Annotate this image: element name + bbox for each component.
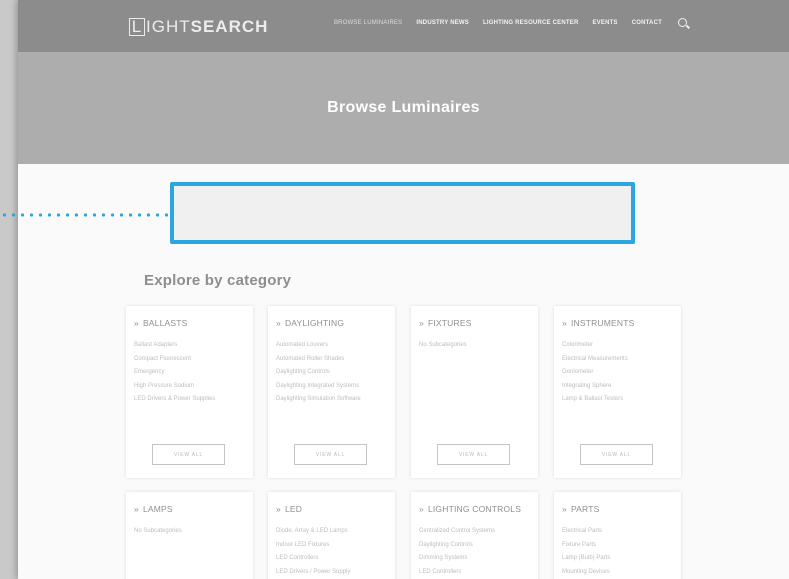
nav-lighting-resource-center[interactable]: LIGHTING RESOURCE CENTER	[483, 20, 578, 26]
subcategory-list: No Subcategories	[419, 339, 467, 353]
subcategory-link[interactable]: Indoor LED Fixtures	[276, 539, 350, 553]
category-title-text: FIXTURES	[427, 318, 472, 328]
highlighted-placeholder-box	[170, 182, 635, 244]
nav-industry-news[interactable]: INDUSTRY NEWS	[416, 20, 469, 26]
double-chevron-right-icon: »	[134, 504, 139, 514]
category-title-text: DAYLIGHTING	[284, 318, 345, 328]
category-title-parts[interactable]: » PARTS	[562, 504, 600, 514]
view-all-button[interactable]: VIEW ALL	[580, 444, 653, 465]
browser-page: L IGHT SEARCH BROWSE LUMINAIRES INDUSTRY…	[18, 0, 789, 579]
double-chevron-right-icon: »	[134, 318, 139, 328]
category-card-ballasts: » BALLASTS Ballast Adapters Compact Fluor…	[126, 306, 253, 478]
double-chevron-right-icon: »	[562, 504, 567, 514]
subcategory-list: Automated Louvers Automated Roller Shade…	[276, 339, 361, 407]
logo-text-light: IGHT	[146, 17, 191, 36]
nav-browse-luminaires[interactable]: BROWSE LUMINAIRES	[334, 20, 402, 26]
subcategory-link[interactable]: Electrical Parts	[562, 525, 610, 539]
subcategory-link[interactable]: Fixture Parts	[562, 539, 610, 553]
subcategory-link[interactable]: LED Controllers	[419, 566, 495, 579]
category-title-text: LAMPS	[142, 504, 173, 514]
hero-banner: Browse Luminaires	[18, 52, 789, 164]
double-chevron-right-icon: »	[419, 504, 424, 514]
category-title-ballasts[interactable]: » BALLASTS	[134, 318, 188, 328]
subcategory-link[interactable]: Compact Fluorescent	[134, 353, 215, 367]
category-title-text: LIGHTING CONTROLS	[427, 504, 522, 514]
view-all-button[interactable]: VIEW ALL	[152, 444, 225, 465]
subcategory-link[interactable]: Electrical Measurements	[562, 353, 628, 367]
subcategory-note: No Subcategories	[419, 342, 467, 348]
category-card-led: » LED Diode, Array & LED Lamps Indoor LED…	[268, 492, 395, 579]
subcategory-link[interactable]: Lamp & Ballast Testers	[562, 393, 628, 407]
logo-letter: L	[129, 18, 145, 36]
subcategory-link[interactable]: Diode, Array & LED Lamps	[276, 525, 350, 539]
double-chevron-right-icon: »	[276, 318, 281, 328]
site-logo[interactable]: L IGHT SEARCH	[129, 16, 268, 38]
category-card-lighting-controls: » LIGHTING CONTROLS Centralized Control S…	[411, 492, 538, 579]
category-card-parts: » PARTS Electrical Parts Fixture Parts La…	[554, 492, 681, 579]
subcategory-link[interactable]: Centralized Control Systems	[419, 525, 495, 539]
category-title-text: BALLASTS	[142, 318, 188, 328]
category-title-instruments[interactable]: » INSTRUMENTS	[562, 318, 635, 328]
category-title-fixtures[interactable]: » FIXTURES	[419, 318, 472, 328]
subcategory-link[interactable]: Emergency	[134, 366, 215, 380]
subcategory-list: Electrical Parts Fixture Parts Lamp (Bul…	[562, 525, 610, 579]
subcategory-link[interactable]: High Pressure Sodium	[134, 380, 215, 394]
subcategory-link[interactable]: Integrating Sphere	[562, 380, 628, 394]
category-title-lamps[interactable]: » LAMPS	[134, 504, 173, 514]
subcategory-link[interactable]: Ballast Adapters	[134, 339, 215, 353]
subcategory-list: Centralized Control Systems Daylighting …	[419, 525, 495, 579]
site-header: L IGHT SEARCH BROWSE LUMINAIRES INDUSTRY…	[18, 0, 789, 52]
subcategory-link[interactable]: LED Controllers	[276, 552, 350, 566]
category-title-text: INSTRUMENTS	[570, 318, 635, 328]
subcategory-link[interactable]: Daylighting Simulation Software	[276, 393, 361, 407]
subcategory-link[interactable]: Automated Louvers	[276, 339, 361, 353]
subcategory-list: Colorimeter Electrical Measurements Goni…	[562, 339, 628, 407]
double-chevron-right-icon: »	[562, 318, 567, 328]
subcategory-link[interactable]: Daylighting Controls	[276, 366, 361, 380]
page-title: Browse Luminaires	[327, 99, 480, 116]
subcategory-link[interactable]: Daylighting Controls	[419, 539, 495, 553]
category-card-fixtures: » FIXTURES No Subcategories VIEW ALL	[411, 306, 538, 478]
subcategory-link[interactable]: Mounting Devices	[562, 566, 610, 579]
double-chevron-right-icon: »	[276, 504, 281, 514]
subcategory-link[interactable]: LED Drivers / Power Supply	[276, 566, 350, 579]
subcategory-link[interactable]: Lamp (Bulb) Parts	[562, 552, 610, 566]
subcategory-link[interactable]: Automated Roller Shades	[276, 353, 361, 367]
category-title-text: PARTS	[570, 504, 600, 514]
category-title-daylighting[interactable]: » DAYLIGHTING	[276, 318, 344, 328]
subcategory-link[interactable]: LED Drivers & Power Supplies	[134, 393, 215, 407]
subcategory-link[interactable]: Colorimeter	[562, 339, 628, 353]
search-icon[interactable]	[678, 18, 687, 27]
nav-events[interactable]: EVENTS	[592, 20, 617, 26]
view-all-button[interactable]: VIEW ALL	[437, 444, 510, 465]
category-title-led[interactable]: » LED	[276, 504, 302, 514]
dotted-pointer-line	[0, 213, 170, 217]
subcategory-list: Ballast Adapters Compact Fluorescent Eme…	[134, 339, 215, 407]
category-card-lamps: » LAMPS No Subcategories	[126, 492, 253, 579]
view-all-button[interactable]: VIEW ALL	[294, 444, 367, 465]
category-title-text: LED	[284, 504, 303, 514]
subcategory-link[interactable]: Daylighting Integrated Systems	[276, 380, 361, 394]
nav-contact[interactable]: CONTACT	[632, 20, 662, 26]
subcategory-list: No Subcategories	[134, 525, 182, 539]
category-card-instruments: » INSTRUMENTS Colorimeter Electrical Meas…	[554, 306, 681, 478]
logo-text-bold: SEARCH	[190, 17, 269, 36]
section-title: Explore by category	[144, 272, 292, 289]
double-chevron-right-icon: »	[419, 318, 424, 328]
main-nav: BROWSE LUMINAIRES INDUSTRY NEWS LIGHTING…	[334, 18, 687, 27]
subcategory-list: Diode, Array & LED Lamps Indoor LED Fixt…	[276, 525, 350, 579]
subcategory-note: No Subcategories	[134, 528, 182, 534]
category-title-lighting-controls[interactable]: » LIGHTING CONTROLS	[419, 504, 521, 514]
category-card-daylighting: » DAYLIGHTING Automated Louvers Automated…	[268, 306, 395, 478]
subcategory-link[interactable]: Dimming Systems	[419, 552, 495, 566]
subcategory-link[interactable]: Goniometer	[562, 366, 628, 380]
